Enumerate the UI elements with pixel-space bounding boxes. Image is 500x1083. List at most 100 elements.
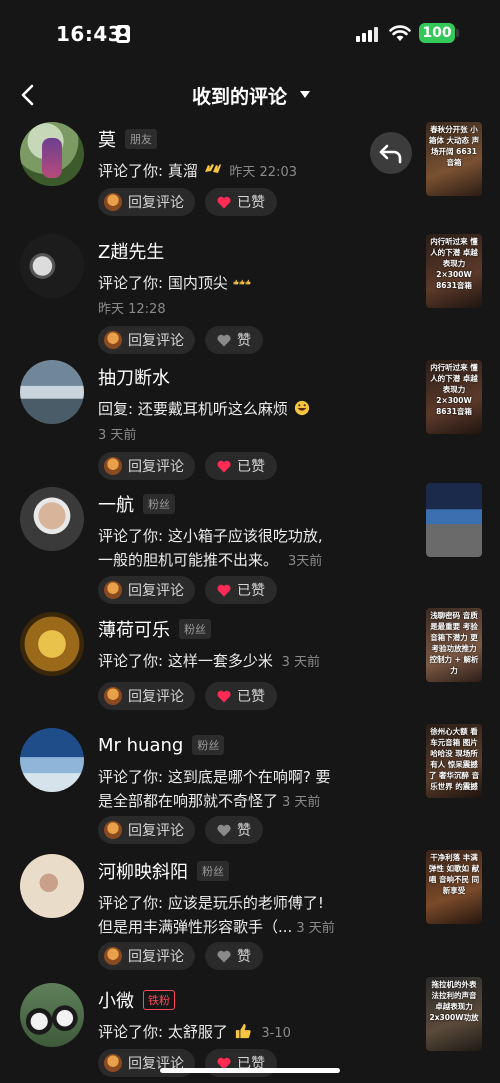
thumbnail-caption: 内行听过来 懂人的下潜 卓越表现力 2×300W 8631音箱	[430, 363, 478, 416]
comment-time: 3-10	[261, 1026, 291, 1041]
comment-text: 评论了你: 应该是玩乐的老师傅了! 但是用丰满弹性形容歌手（... 3 天前	[98, 894, 335, 936]
wifi-icon	[389, 25, 411, 41]
heart-icon	[217, 824, 231, 836]
heart-icon	[217, 950, 231, 962]
avatar[interactable]	[20, 854, 84, 918]
avatar[interactable]	[20, 234, 84, 298]
thumbnail-caption: 春秋分开张 小箱体 大动态 声场开阔 6631音箱	[428, 125, 480, 167]
heart-icon	[217, 334, 231, 346]
heart-icon	[217, 584, 231, 596]
relation-tag: 铁粉	[143, 990, 175, 1010]
reply-avatar-icon	[104, 687, 122, 705]
quick-reply-button[interactable]	[370, 132, 412, 174]
avatar[interactable]	[20, 728, 84, 792]
comment-time: 昨天 22:03	[229, 165, 297, 180]
commenter-name[interactable]: Z趙先生	[98, 238, 164, 264]
comment-text: 评论了你: 太舒服了 3-10	[98, 1023, 291, 1041]
avatar[interactable]	[20, 612, 84, 676]
comment-list[interactable]: 莫 朋友 评论了你: 真溜 昨天 22:03 回复评论 已赞 春秋分开张 小箱体…	[0, 122, 500, 1083]
heart-icon	[217, 690, 231, 702]
reply-avatar-icon	[104, 581, 122, 599]
back-button[interactable]	[14, 80, 42, 110]
reply-avatar-icon	[104, 947, 122, 965]
comment-time: 3 天前	[281, 655, 321, 670]
like-button[interactable]: 已赞	[205, 452, 277, 480]
commenter-name[interactable]: 莫	[98, 126, 116, 152]
video-thumbnail[interactable]: 拖拉机的外表 法拉利的声音 卓越表现力 2x300W功放	[426, 977, 482, 1051]
thumbnail-caption: 拖拉机的外表 法拉利的声音 卓越表现力 2x300W功放	[429, 980, 479, 1022]
video-thumbnail[interactable]: 春秋分开张 小箱体 大动态 声场开阔 6631音箱	[426, 122, 482, 196]
reply-comment-button[interactable]: 回复评论	[98, 452, 195, 480]
comment-time: 3 天前	[296, 921, 335, 936]
nav-bar: 收到的评论	[0, 68, 500, 122]
laugh-emoji-icon	[294, 400, 309, 416]
thumbnail-caption: 徐州心大额 看车元音箱 图片 哈哈没 现场所有人 惊呆震撼了 奢华沉醉 音乐世界…	[428, 727, 480, 791]
reply-avatar-icon	[104, 193, 122, 211]
video-thumbnail[interactable]: 干净利落 丰满弹性 如歌如 献 唱 音响不民 同新享受	[426, 850, 482, 924]
reply-comment-button[interactable]: 回复评论	[98, 942, 195, 970]
commenter-name[interactable]: 河柳映斜阳	[98, 858, 188, 884]
clap-emoji-icon	[204, 164, 221, 173]
commenter-name[interactable]: Mr huang	[98, 735, 183, 756]
thumbs-up-emoji-icon	[235, 1023, 251, 1039]
reply-comment-button[interactable]: 回复评论	[98, 188, 195, 216]
thumbnail-caption: 浅聊密码 音质是最重要 考验音箱下潜力 更考验功放推力 控制力 + 解析力	[429, 611, 479, 675]
page-title[interactable]: 收到的评论	[192, 82, 287, 109]
home-indicator[interactable]	[160, 1068, 340, 1073]
status-time: 16:43	[56, 22, 123, 46]
reply-comment-button[interactable]: 回复评论	[98, 326, 195, 354]
heart-icon	[217, 460, 231, 472]
commenter-name[interactable]: 抽刀断水	[98, 364, 170, 390]
comment-time: 3 天前	[98, 428, 137, 443]
comment-time: 3天前	[288, 554, 323, 569]
reply-comment-button[interactable]: 回复评论	[98, 816, 195, 844]
avatar[interactable]	[20, 487, 84, 551]
commenter-name[interactable]: 一航	[98, 491, 134, 517]
video-thumbnail[interactable]: 内行听过来 懂人的下潜 卓越表现力 2×300W 8631音箱	[426, 360, 482, 434]
battery-indicator: 100	[419, 23, 455, 43]
relation-tag: 粉丝	[179, 619, 211, 639]
comment-time: 昨天 12:28	[98, 302, 166, 317]
comment-text: 评论了你: 这小箱子应该很吃功放, 一般的胆机可能推不出来。 3天前	[98, 527, 323, 569]
battery-tip	[456, 29, 459, 37]
comment-text: 评论了你: 真溜 昨天 22:03	[98, 162, 297, 180]
commenter-name[interactable]: 薄荷可乐	[98, 616, 170, 642]
relation-tag: 朋友	[125, 129, 157, 149]
comment-text: 评论了你: 这到底是哪个在响啊? 要 是全部都在响那就不奇怪了 3 天前	[98, 768, 331, 810]
like-button[interactable]: 赞	[205, 326, 263, 354]
reply-avatar-icon	[104, 457, 122, 475]
reply-avatar-icon	[104, 1054, 122, 1072]
reply-avatar-icon	[104, 821, 122, 839]
thumbs-up-emoji-icon	[233, 279, 251, 285]
reply-comment-button[interactable]: 回复评论	[98, 576, 195, 604]
avatar[interactable]	[20, 360, 84, 424]
video-thumbnail[interactable]	[426, 483, 482, 557]
cellular-signal-icon	[356, 26, 380, 42]
like-button[interactable]: 已赞	[205, 188, 277, 216]
reply-comment-button[interactable]: 回复评论	[98, 682, 195, 710]
avatar[interactable]	[20, 122, 84, 186]
comment-time: 3 天前	[282, 795, 321, 810]
comment-text: 评论了你: 国内顶尖	[98, 271, 414, 295]
status-bar: 16:43 100	[0, 0, 500, 68]
like-button[interactable]: 赞	[205, 942, 263, 970]
video-thumbnail[interactable]: 浅聊密码 音质是最重要 考验音箱下潜力 更考验功放推力 控制力 + 解析力	[426, 608, 482, 682]
caret-down-icon[interactable]	[300, 91, 310, 98]
relation-tag: 粉丝	[143, 494, 175, 514]
like-button[interactable]: 已赞	[205, 576, 277, 604]
commenter-name[interactable]: 小微	[98, 987, 134, 1013]
video-thumbnail[interactable]: 徐州心大额 看车元音箱 图片 哈哈没 现场所有人 惊呆震撼了 奢华沉醉 音乐世界…	[426, 724, 482, 798]
like-button[interactable]: 赞	[205, 816, 263, 844]
relation-tag: 粉丝	[192, 735, 225, 755]
thumbnail-caption: 内行听过来 懂人的下潜 卓越表现力 2×300W 8631音箱	[430, 237, 478, 290]
like-button[interactable]: 已赞	[205, 682, 277, 710]
avatar[interactable]	[20, 983, 84, 1047]
reply-avatar-icon	[104, 331, 122, 349]
thumbnail-caption: 干净利落 丰满弹性 如歌如 献 唱 音响不民 同新享受	[428, 853, 480, 895]
contact-card-icon	[116, 25, 130, 43]
relation-tag: 粉丝	[197, 861, 229, 881]
video-thumbnail[interactable]: 内行听过来 懂人的下潜 卓越表现力 2×300W 8631音箱	[426, 234, 482, 308]
comment-text: 回复: 还要戴耳机听这么麻烦	[98, 397, 414, 421]
reply-arrow-icon	[379, 144, 402, 164]
comment-text: 评论了你: 这样一套多少米 3 天前	[98, 652, 321, 670]
